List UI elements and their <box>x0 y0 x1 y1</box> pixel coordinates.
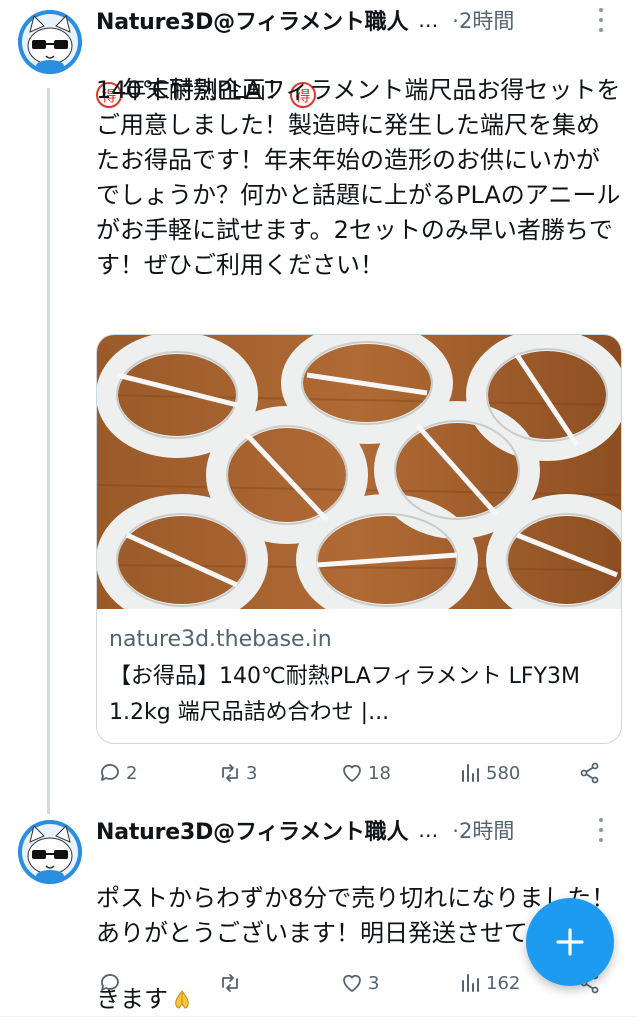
like-button[interactable]: 3 <box>340 968 379 998</box>
cat-avatar-icon <box>18 10 82 74</box>
more-options-icon[interactable] <box>591 8 611 32</box>
tweet-1[interactable]: Nature3D@フィラメント職人 … ·2時間 得年末特別企画！得 140℃耐… <box>0 0 637 800</box>
plus-icon <box>556 928 584 956</box>
timestamp[interactable]: ·2時間 <box>452 5 514 35</box>
heart-icon <box>343 974 361 992</box>
views-chart-icon <box>462 764 479 782</box>
reply-icon <box>101 764 119 781</box>
repost-icon <box>222 974 238 992</box>
name-ellipsis: … <box>418 818 439 842</box>
timeline: Nature3D@フィラメント職人 … ·2時間 得年末特別企画！得 140℃耐… <box>0 0 637 1024</box>
tweet-body: 140℃耐熱PLAフィラメント端尺品お得セットをご用意しました！製造時に発生した… <box>96 76 621 279</box>
reply-button[interactable] <box>98 968 126 998</box>
avatar[interactable] <box>18 10 82 74</box>
reply-button[interactable]: 2 <box>98 758 137 788</box>
views-button[interactable]: 162 <box>458 968 520 998</box>
like-button[interactable]: 18 <box>340 758 391 788</box>
views-count: 162 <box>486 972 521 994</box>
card-domain: nature3d.thebase.in <box>109 627 332 652</box>
reply-icon <box>101 974 119 991</box>
cat-avatar-icon <box>18 820 82 884</box>
author-name[interactable]: Nature3D@フィラメント職人 <box>96 814 408 846</box>
avatar[interactable] <box>18 820 82 884</box>
repost-count: 3 <box>246 762 258 784</box>
share-button[interactable] <box>578 758 602 788</box>
tweet-header: Nature3D@フィラメント職人 … ·2時間 <box>96 814 621 846</box>
repost-icon <box>222 764 238 782</box>
repost-button[interactable]: 3 <box>218 758 257 788</box>
card-title: 【お得品】140℃耐熱PLAフィラメント LFY3M 1.2kg 端尺品詰め合わ… <box>109 664 580 725</box>
views-chart-icon <box>462 974 479 992</box>
author-name[interactable]: Nature3D@フィラメント職人 <box>96 4 408 36</box>
name-ellipsis: … <box>418 8 439 32</box>
like-count: 3 <box>368 972 380 994</box>
like-count: 18 <box>368 762 391 784</box>
filament-coils-image <box>97 335 621 609</box>
share-icon <box>580 762 599 784</box>
tweet-actions: 2 3 18 580 <box>96 758 621 788</box>
timestamp[interactable]: ·2時間 <box>452 815 514 845</box>
heart-icon <box>343 764 361 782</box>
repost-button[interactable] <box>218 968 246 998</box>
tweet-header: Nature3D@フィラメント職人 … ·2時間 <box>96 4 621 36</box>
views-button[interactable]: 580 <box>458 758 520 788</box>
reply-count: 2 <box>126 762 138 784</box>
link-card[interactable]: nature3d.thebase.in 【お得品】140℃耐熱PLAフィラメント… <box>96 334 622 744</box>
more-options-icon[interactable] <box>591 818 611 842</box>
compose-post-button[interactable] <box>526 898 614 986</box>
divider <box>0 1016 637 1017</box>
views-count: 580 <box>486 762 521 784</box>
